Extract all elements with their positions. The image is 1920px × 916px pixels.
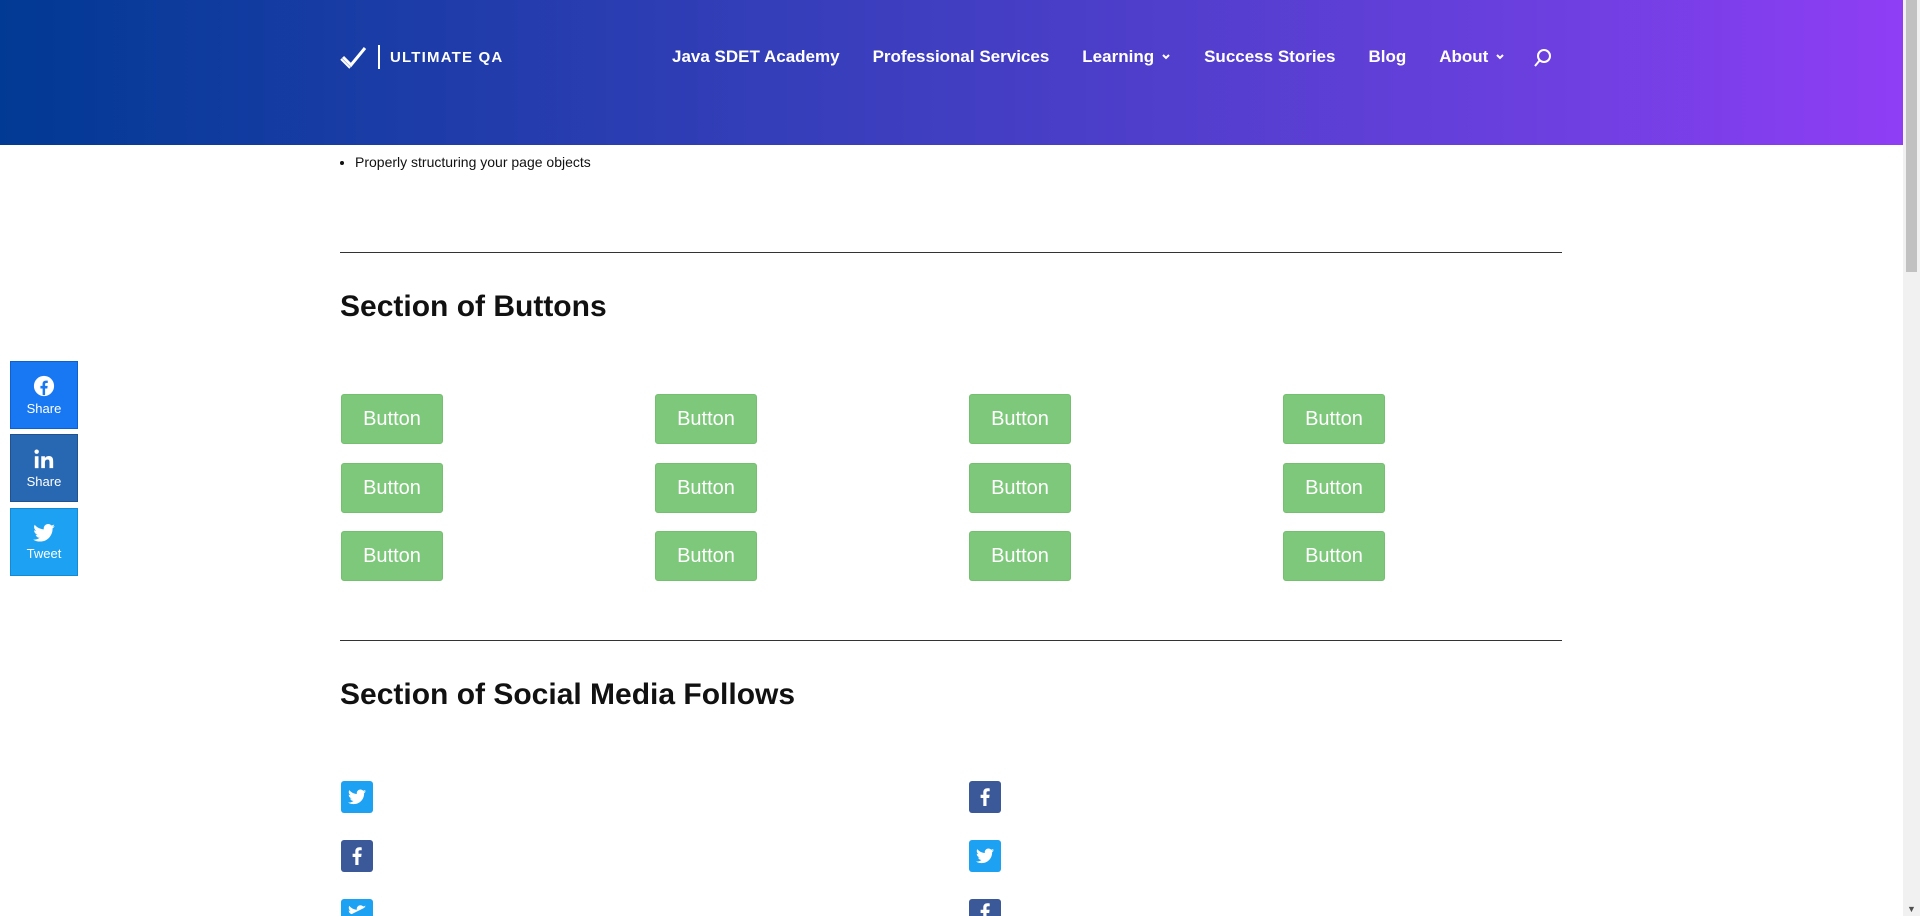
linkedin-share-button[interactable]: Share bbox=[10, 434, 78, 502]
facebook-follow-button[interactable] bbox=[969, 781, 1001, 813]
button-7[interactable]: Button bbox=[969, 463, 1071, 513]
nav-item-java-sdet-academy[interactable]: Java SDET Academy bbox=[672, 47, 840, 67]
bullet-list: Properly structuring your page objects bbox=[355, 154, 591, 170]
button-10[interactable]: Button bbox=[655, 531, 757, 581]
buttons-section-title: Section of Buttons bbox=[340, 290, 607, 323]
twitter-follow-button[interactable] bbox=[341, 781, 373, 813]
share-label: Share bbox=[26, 400, 62, 416]
site-logo[interactable]: ULTIMATE QA bbox=[340, 44, 503, 70]
chevron-down-icon bbox=[1496, 54, 1505, 60]
section-divider bbox=[340, 640, 1562, 641]
button-9[interactable]: Button bbox=[341, 531, 443, 581]
chevron-down-icon bbox=[1162, 54, 1170, 60]
search-icon[interactable] bbox=[1533, 48, 1553, 68]
button-3[interactable]: Button bbox=[969, 394, 1071, 444]
facebook-icon bbox=[33, 375, 55, 396]
button-1[interactable]: Button bbox=[341, 394, 443, 444]
twitter-share-button[interactable]: Tweet bbox=[10, 508, 78, 576]
scroll-down-arrow-icon[interactable]: ▼ bbox=[1907, 904, 1916, 914]
share-label: Tweet bbox=[26, 545, 62, 561]
button-12[interactable]: Button bbox=[1283, 531, 1385, 581]
facebook-follow-button[interactable] bbox=[341, 840, 373, 872]
facebook-icon bbox=[980, 788, 990, 806]
page-scrollbar[interactable]: ▼ bbox=[1903, 0, 1920, 916]
nav-item-learning[interactable]: Learning bbox=[1082, 47, 1171, 67]
facebook-follow-button[interactable] bbox=[969, 899, 1001, 916]
button-2[interactable]: Button bbox=[655, 394, 757, 444]
button-11[interactable]: Button bbox=[969, 531, 1071, 581]
site-header: ULTIMATE QA Java SDET Academy Profession… bbox=[0, 0, 1903, 145]
section-divider bbox=[340, 252, 1562, 253]
list-item: Properly structuring your page objects bbox=[355, 154, 591, 170]
social-section-title: Section of Social Media Follows bbox=[340, 678, 796, 711]
logo-text: ULTIMATE QA bbox=[390, 48, 504, 66]
twitter-icon bbox=[348, 789, 366, 805]
button-5[interactable]: Button bbox=[341, 463, 443, 513]
share-label: Share bbox=[26, 473, 62, 489]
checkmark-logo-icon bbox=[340, 47, 367, 69]
button-8[interactable]: Button bbox=[1283, 463, 1385, 513]
nav-item-blog[interactable]: Blog bbox=[1368, 47, 1406, 67]
nav-item-professional-services[interactable]: Professional Services bbox=[873, 47, 1050, 67]
twitter-follow-button[interactable] bbox=[341, 899, 373, 916]
facebook-icon bbox=[980, 903, 990, 916]
button-6[interactable]: Button bbox=[655, 463, 757, 513]
twitter-icon bbox=[976, 848, 994, 864]
logo-divider bbox=[378, 45, 380, 69]
scrollbar-thumb[interactable] bbox=[1906, 0, 1917, 272]
nav-item-success-stories[interactable]: Success Stories bbox=[1204, 47, 1335, 67]
twitter-icon bbox=[33, 523, 55, 542]
nav-item-about[interactable]: About bbox=[1439, 47, 1505, 67]
main-nav: Java SDET Academy Professional Services … bbox=[672, 47, 1538, 67]
twitter-follow-button[interactable] bbox=[969, 840, 1001, 872]
linkedin-icon bbox=[34, 448, 54, 468]
twitter-icon bbox=[348, 905, 366, 915]
facebook-icon bbox=[352, 847, 362, 865]
button-4[interactable]: Button bbox=[1283, 394, 1385, 444]
facebook-share-button[interactable]: Share bbox=[10, 361, 78, 429]
